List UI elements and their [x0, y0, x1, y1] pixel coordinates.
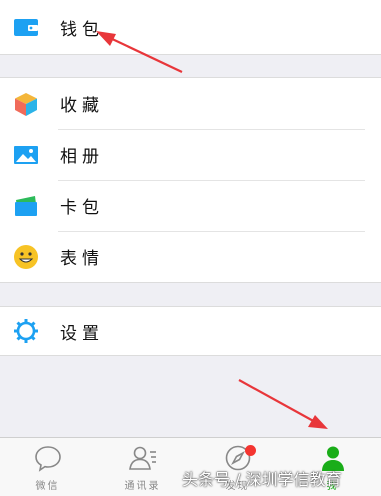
gear-icon [13, 318, 39, 344]
album-picture-icon [13, 142, 39, 168]
discover-badge [245, 445, 256, 456]
menu-item-label: 收藏 [60, 96, 104, 116]
wallet-group: 钱包 [0, 0, 381, 55]
contacts-icon [128, 444, 158, 476]
tab-contacts[interactable]: 通讯录 [95, 438, 190, 496]
tab-chats[interactable]: 微信 [0, 438, 95, 496]
features-group: 收藏 相册 卡包 表情 [0, 77, 381, 283]
tab-label: 微信 [35, 481, 60, 492]
menu-item-settings[interactable]: 设置 [0, 307, 381, 355]
menu-item-label: 卡包 [60, 198, 104, 218]
wallet-icon [13, 14, 39, 40]
settings-group: 设置 [0, 306, 381, 356]
chat-bubble-icon [34, 444, 62, 476]
favorites-cube-icon [13, 91, 39, 117]
menu-item-album[interactable]: 相册 [0, 129, 381, 180]
menu-item-label: 相册 [60, 147, 104, 167]
card-holder-icon [13, 193, 39, 219]
menu-item-cards[interactable]: 卡包 [0, 180, 381, 231]
menu-item-wallet[interactable]: 钱包 [0, 0, 381, 54]
menu-item-label: 表情 [60, 249, 104, 269]
me-tab-arrow [238, 379, 328, 429]
watermark-text: 头条号 / 深圳学信教育 [182, 470, 342, 489]
menu-item-stickers[interactable]: 表情 [0, 231, 381, 282]
menu-item-favorites[interactable]: 收藏 [0, 78, 381, 129]
tab-label: 通讯录 [124, 481, 161, 492]
smiley-icon [13, 244, 39, 270]
menu-item-label: 设置 [60, 323, 104, 344]
menu-item-label: 钱包 [60, 19, 104, 40]
